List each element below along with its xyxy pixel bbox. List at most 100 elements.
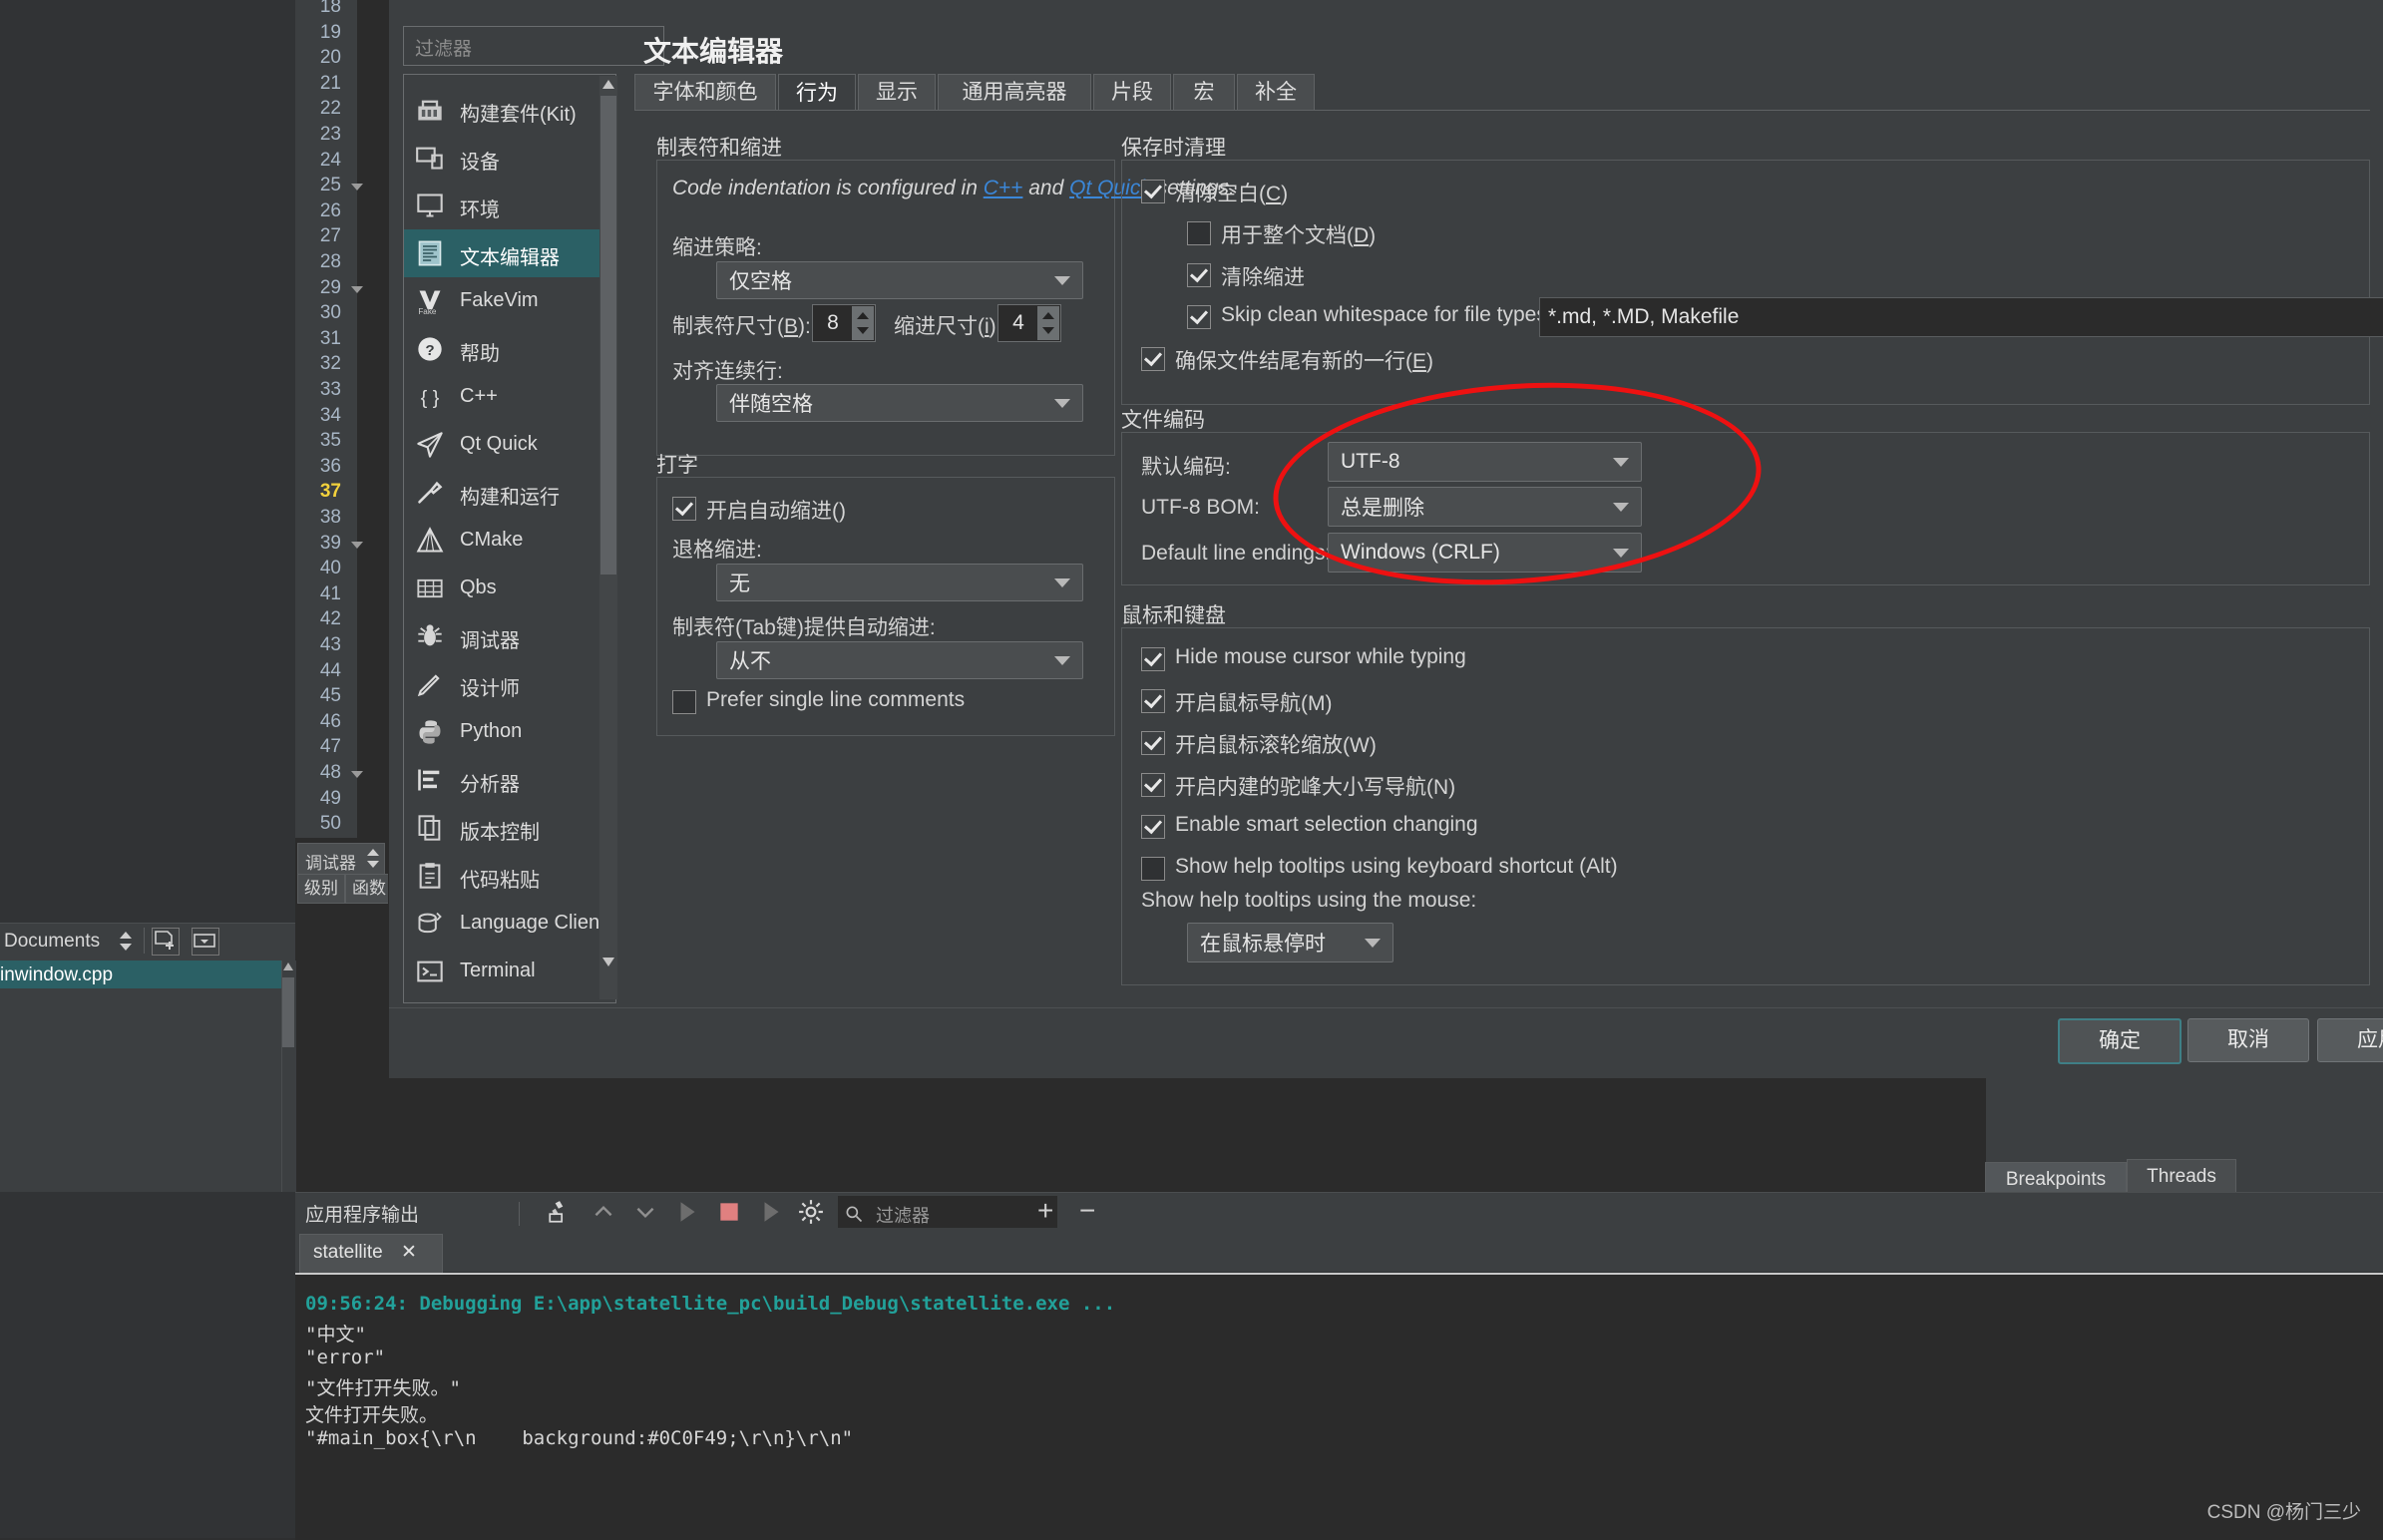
output-filter-placeholder: 过滤器	[876, 1202, 930, 1228]
tab-size-label: 制表符尺寸(B):	[672, 310, 811, 340]
debugger-column-tab[interactable]: 函数	[345, 874, 393, 904]
prev-item-icon[interactable]	[591, 1199, 616, 1225]
line-number: 22	[295, 98, 341, 120]
sidebar-item-label: 环境	[460, 193, 500, 222]
add-output-pane-button[interactable]: +	[1037, 1195, 1053, 1227]
tab-6[interactable]: 补全	[1237, 74, 1315, 111]
terminal-icon	[416, 958, 444, 985]
save-plus-icon[interactable]	[152, 928, 180, 956]
output-tab-label: statellite	[313, 1242, 383, 1264]
skip-clean-whitespace-checkbox[interactable]	[1187, 305, 1211, 329]
sidebar-item--[interactable]: 版本控制	[404, 804, 599, 852]
utf8-bom-label: UTF-8 BOM:	[1141, 496, 1260, 520]
output-tab-row	[295, 1232, 2383, 1272]
mouse-kb-option-checkbox[interactable]	[1141, 857, 1165, 881]
next-item-icon[interactable]	[632, 1199, 658, 1225]
sidebar-item--[interactable]: 设计师	[404, 660, 599, 708]
mouse-kb-option-checkbox[interactable]	[1141, 647, 1165, 671]
sidebar-item-qbs[interactable]: Qbs	[404, 565, 599, 612]
sidebar-item-cmake[interactable]: CMake	[404, 517, 599, 565]
stepper-buttons[interactable]	[1037, 306, 1059, 340]
line-number: 26	[295, 200, 341, 222]
fold-marker-icon[interactable]	[351, 766, 367, 782]
clean-whitespace-checkbox[interactable]	[1141, 180, 1165, 203]
sidebar-item--[interactable]: 代码粘贴	[404, 852, 599, 900]
clear-output-icon[interactable]	[547, 1199, 573, 1225]
output-filter-input[interactable]	[838, 1196, 1057, 1228]
sidebar-item--[interactable]: 环境	[404, 182, 599, 229]
sidebar-item--[interactable]: 调试器	[404, 612, 599, 660]
line-number: 24	[295, 150, 341, 172]
align-continuation-combo[interactable]: 伴随空格	[716, 384, 1083, 422]
tab-threads[interactable]: Threads	[2127, 1159, 2236, 1194]
auto-indent-checkbox[interactable]	[672, 497, 696, 521]
mouse-kb-option-checkbox[interactable]	[1141, 815, 1165, 839]
scroll-down-icon[interactable]	[602, 958, 614, 966]
apply-button[interactable]: 应用	[2317, 1018, 2383, 1062]
sidebar-item--[interactable]: 构建和运行	[404, 469, 599, 517]
sidebar-item--kit-[interactable]: 构建套件(Kit)	[404, 86, 599, 134]
debugger-combo-spinner-icon[interactable]	[367, 848, 381, 870]
monitor-icon	[416, 192, 444, 219]
skip-file-types-input[interactable]: *.md, *.MD, Makefile	[1539, 297, 2383, 337]
fold-marker-icon[interactable]	[351, 537, 367, 553]
tab-3[interactable]: 通用高亮器	[938, 74, 1091, 111]
fold-marker-icon[interactable]	[351, 179, 367, 194]
tab-5[interactable]: 宏	[1173, 74, 1235, 111]
mouse-kb-option-checkbox[interactable]	[1141, 689, 1165, 713]
remove-output-pane-button[interactable]: −	[1079, 1195, 1095, 1227]
indent-size-label: 缩进尺寸(i):	[894, 310, 1002, 340]
sidebar-item-language-client[interactable]: Language Client	[404, 900, 599, 948]
close-icon[interactable]: ✕	[401, 1241, 417, 1264]
sidebar-item-qt-quick[interactable]: Qt Quick	[404, 421, 599, 469]
sidebar-item-python[interactable]: Python	[404, 708, 599, 756]
clean-indentation-checkbox[interactable]	[1187, 263, 1211, 287]
scroll-up-icon[interactable]	[283, 962, 293, 970]
tab-1[interactable]: 行为	[778, 74, 856, 114]
documents-combo-spinner-icon[interactable]	[120, 931, 134, 953]
tab-size-stepper[interactable]: 8	[812, 304, 876, 342]
analyzer-icon	[416, 766, 444, 794]
tab-2[interactable]: 显示	[858, 74, 936, 111]
tab-size-value: 8	[813, 311, 853, 335]
ok-button[interactable]: 确定	[2058, 1018, 2182, 1064]
line-number: 34	[295, 405, 341, 427]
scroll-up-icon[interactable]	[602, 80, 614, 89]
prefer-single-line-comments-checkbox[interactable]	[672, 690, 696, 714]
indent-policy-combo[interactable]: 仅空格	[716, 261, 1083, 299]
sidebar-item--[interactable]: 分析器	[404, 756, 599, 804]
settings-tab-strip[interactable]: 字体和颜色行为显示通用高亮器片段宏补全	[634, 74, 2370, 108]
sidebar-item--[interactable]: 设备	[404, 134, 599, 182]
stepper-buttons[interactable]	[852, 306, 874, 340]
console-line: "中文"	[305, 1320, 366, 1347]
scrollbar-thumb[interactable]	[282, 977, 294, 1047]
mouse-kb-option-label: Show help tooltips using keyboard shortc…	[1175, 855, 1618, 879]
mouse-kb-option-checkbox[interactable]	[1141, 773, 1165, 797]
sidebar-item--[interactable]: 文本编辑器	[404, 229, 613, 277]
stop-icon[interactable]	[716, 1199, 742, 1225]
backspace-indent-combo[interactable]: 无	[716, 564, 1083, 601]
sidebar-item-c-[interactable]: { }C++	[404, 373, 599, 421]
settings-filter-placeholder: 过滤器	[415, 34, 472, 61]
mouse-kb-option-checkbox[interactable]	[1141, 731, 1165, 755]
line-number: 35	[295, 430, 341, 452]
sidebar-item-fakevim[interactable]: FakeFakeVim	[404, 277, 599, 325]
debugger-column-tab[interactable]: 级别	[297, 874, 345, 904]
cancel-button[interactable]: 取消	[2187, 1018, 2309, 1062]
sidebar-item--[interactable]: ?帮助	[404, 325, 599, 373]
tooltip-mouse-combo[interactable]: 在鼠标悬停时	[1187, 923, 1393, 962]
indent-size-stepper[interactable]: 4	[997, 304, 1061, 342]
tab-key-indent-combo[interactable]: 从不	[716, 641, 1083, 679]
sidebar-item-terminal[interactable]: Terminal	[404, 948, 599, 995]
cpp-settings-link[interactable]: C++	[984, 177, 1023, 199]
documents-list[interactable]	[0, 961, 295, 1192]
whole-document-checkbox[interactable]	[1187, 221, 1211, 245]
settings-gear-icon[interactable]	[798, 1199, 824, 1225]
dropdown-menu-icon[interactable]	[192, 928, 219, 956]
tab-4[interactable]: 片段	[1093, 74, 1171, 111]
scrollbar-thumb[interactable]	[600, 96, 616, 575]
fold-marker-icon[interactable]	[351, 281, 367, 297]
ensure-newline-checkbox[interactable]	[1141, 347, 1165, 371]
tab-0[interactable]: 字体和颜色	[634, 74, 776, 111]
application-output-title: 应用程序输出	[305, 1200, 419, 1227]
